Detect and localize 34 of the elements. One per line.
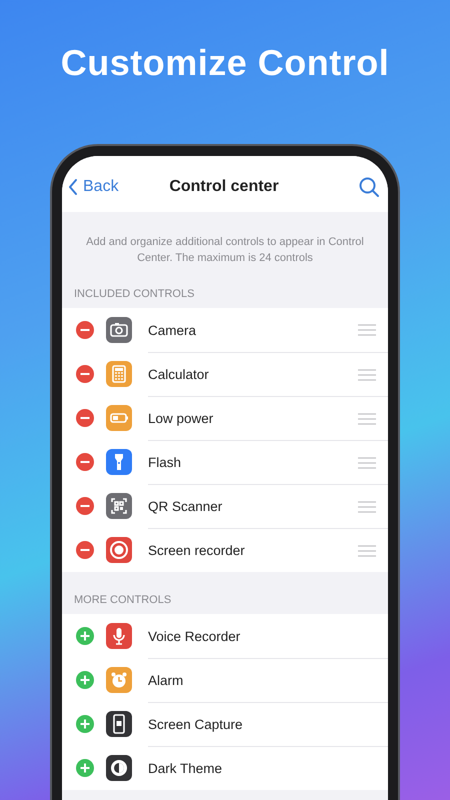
screen-title: Control center xyxy=(169,178,279,196)
drag-handle-icon xyxy=(358,412,376,424)
drag-handle-icon xyxy=(358,368,376,380)
control-label: Low power xyxy=(148,411,214,426)
control-label: Screen Capture xyxy=(148,717,243,732)
remove-button[interactable] xyxy=(76,365,94,383)
add-button[interactable] xyxy=(76,627,94,645)
add-button[interactable] xyxy=(76,715,94,733)
drag-handle-icon xyxy=(358,456,376,468)
remove-button[interactable] xyxy=(76,453,94,471)
headline: Customize Control xyxy=(60,42,390,84)
control-label: Flash xyxy=(148,455,182,470)
section-header: MORE CONTROLS xyxy=(73,593,172,608)
remove-button[interactable] xyxy=(76,497,94,515)
control-label: Calculator xyxy=(148,367,209,382)
control-label: QR Scanner xyxy=(148,499,222,514)
section-header: INCLUDED CONTROLS xyxy=(73,287,196,302)
drag-handle-icon xyxy=(358,324,376,336)
drag-handle-icon xyxy=(358,500,376,512)
add-button[interactable] xyxy=(76,671,94,689)
drag-handle-icon xyxy=(358,544,376,556)
remove-button[interactable] xyxy=(76,409,94,427)
control-label: Voice Recorder xyxy=(148,628,240,644)
description-text: Add and organize additional controls to appear in Control Center. The maximum is 24 controls xyxy=(85,235,365,266)
chevron-left-icon xyxy=(68,178,78,196)
search-button[interactable] xyxy=(358,176,380,198)
back-link[interactable]: Back xyxy=(68,178,119,196)
add-button[interactable] xyxy=(76,759,94,777)
control-label: Dark Theme xyxy=(148,761,222,776)
remove-button[interactable] xyxy=(76,321,94,339)
control-label: Camera xyxy=(148,322,196,338)
remove-button[interactable] xyxy=(76,541,94,559)
control-label: Screen recorder xyxy=(148,543,245,558)
control-label: Alarm xyxy=(148,673,184,688)
